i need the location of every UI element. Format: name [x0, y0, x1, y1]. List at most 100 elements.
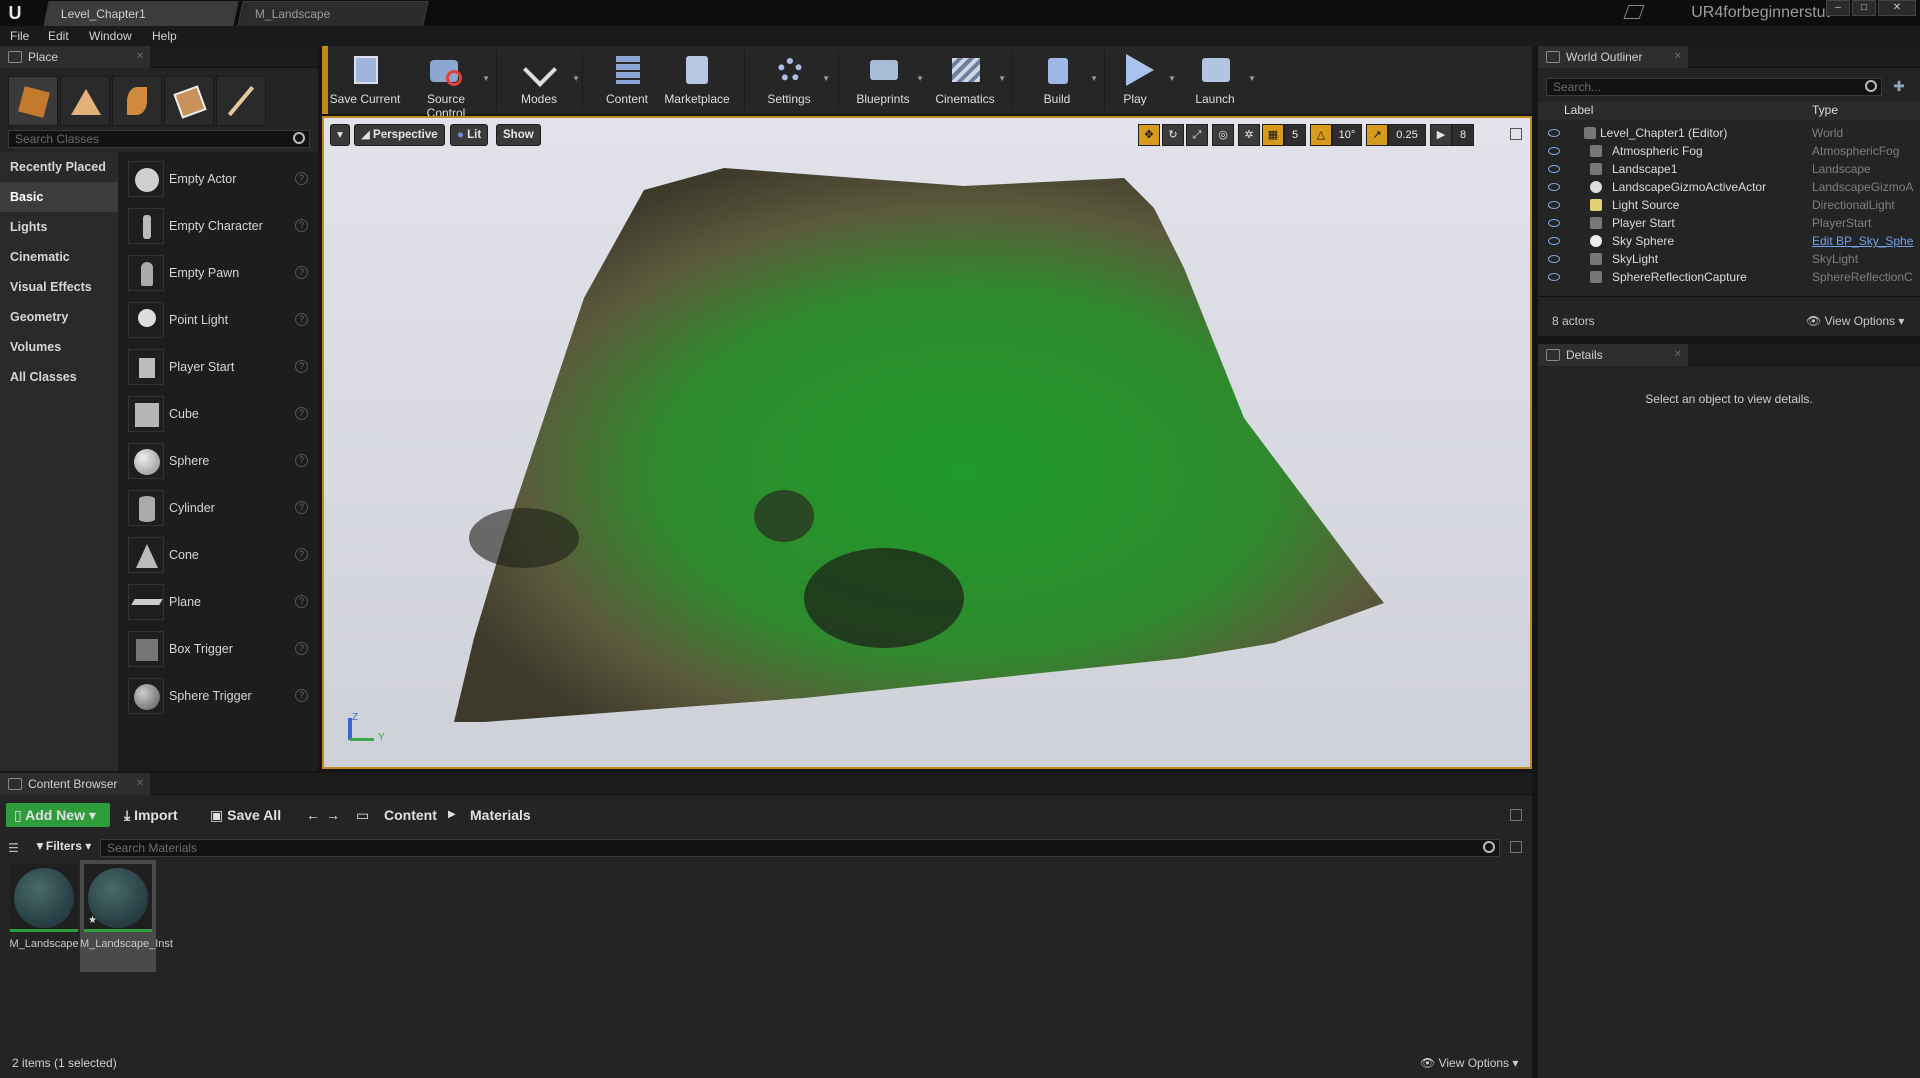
place-item-sphere-trigger[interactable]: Sphere Trigger?: [122, 673, 312, 719]
place-item-empty-actor[interactable]: Empty Actor?: [122, 156, 312, 202]
help-icon[interactable]: ?: [295, 266, 308, 279]
outliner-row-sky-sphere[interactable]: Sky Sphere Edit BP_Sky_Sphe: [1538, 232, 1920, 250]
help-icon[interactable]: ?: [295, 642, 308, 655]
grid-snap-icon[interactable]: ▦: [1262, 124, 1284, 146]
tab-content-browser[interactable]: Content Browser ✕: [0, 773, 150, 795]
eye-icon[interactable]: [1548, 255, 1560, 263]
landscape-mode-icon[interactable]: [60, 76, 110, 126]
place-item-point-light[interactable]: Point Light?: [122, 297, 312, 343]
outliner-row-sphere-reflection[interactable]: SphereReflectionCapture SphereReflectionC: [1538, 268, 1920, 286]
pin-icon[interactable]: ✚: [1890, 78, 1908, 96]
launch-button[interactable]: Launch ▼: [1178, 50, 1256, 110]
outliner-row-skylight[interactable]: SkyLight SkyLight: [1538, 250, 1920, 268]
tab-world-outliner[interactable]: World Outliner ✕: [1538, 46, 1688, 68]
place-item-empty-pawn[interactable]: Empty Pawn?: [122, 250, 312, 296]
eye-icon[interactable]: [1548, 237, 1560, 245]
place-item-empty-character[interactable]: Empty Character?: [122, 203, 312, 249]
camera-speed-value[interactable]: 8: [1452, 124, 1474, 146]
grid-snap-value[interactable]: 5: [1284, 124, 1306, 146]
help-icon[interactable]: ?: [295, 313, 308, 326]
asset-m-landscape[interactable]: M_Landscape: [6, 860, 82, 972]
sources-toggle-icon[interactable]: ☰: [8, 841, 24, 855]
category-geometry[interactable]: Geometry: [0, 302, 118, 332]
outliner-row-atmospheric-fog[interactable]: Atmospheric Fog AtmosphericFog: [1538, 142, 1920, 160]
history-back-button[interactable]: ←: [306, 803, 320, 827]
content-view-options[interactable]: 👁 View Options ▾: [1420, 1056, 1518, 1070]
minimize-button[interactable]: –: [1826, 0, 1850, 16]
play-button[interactable]: Play ▼: [1098, 50, 1176, 110]
menu-edit[interactable]: Edit: [48, 26, 69, 46]
place-item-box-trigger[interactable]: Box Trigger?: [122, 626, 312, 672]
outliner-row-player-start[interactable]: Player Start PlayerStart: [1538, 214, 1920, 232]
outliner-row-light-source[interactable]: Light Source DirectionalLight: [1538, 196, 1920, 214]
tab-details[interactable]: Details ✕: [1538, 344, 1688, 366]
place-item-cone[interactable]: Cone?: [122, 532, 312, 578]
category-visual-effects[interactable]: Visual Effects: [0, 272, 118, 302]
path-content[interactable]: Content: [384, 803, 437, 827]
help-icon[interactable]: ?: [295, 172, 308, 185]
build-button[interactable]: Build ▼: [1020, 50, 1098, 110]
help-icon[interactable]: ?: [295, 548, 308, 561]
search-classes-input[interactable]: Search Classes: [8, 130, 310, 148]
chevron-down-icon[interactable]: ▼: [998, 74, 1006, 83]
place-item-cylinder[interactable]: Cylinder?: [122, 485, 312, 531]
save-current-button[interactable]: Save Current: [328, 50, 402, 110]
chevron-down-icon[interactable]: ▼: [1248, 74, 1256, 83]
column-type[interactable]: Type: [1812, 103, 1838, 117]
eye-icon[interactable]: [1548, 165, 1560, 173]
category-lights[interactable]: Lights: [0, 212, 118, 242]
menu-help[interactable]: Help: [152, 26, 177, 46]
lit-button[interactable]: ● Lit: [450, 124, 489, 146]
world-space-icon[interactable]: ◎: [1212, 124, 1234, 146]
column-label[interactable]: Label: [1564, 103, 1593, 117]
save-all-button[interactable]: ▣ Save All: [210, 803, 281, 827]
category-volumes[interactable]: Volumes: [0, 332, 118, 362]
help-icon[interactable]: ?: [295, 595, 308, 608]
settings-button[interactable]: Settings ▼: [752, 50, 830, 110]
place-item-player-start[interactable]: Player Start?: [122, 344, 312, 390]
chevron-down-icon[interactable]: ▼: [916, 74, 924, 83]
perspective-button[interactable]: ◢ Perspective: [354, 124, 445, 146]
tab-level-chapter1[interactable]: Level_Chapter1: [43, 1, 239, 26]
close-icon[interactable]: ✕: [136, 46, 144, 68]
save-search-icon[interactable]: [1510, 841, 1522, 853]
surface-snap-icon[interactable]: ✲: [1238, 124, 1260, 146]
history-forward-button[interactable]: →: [326, 803, 340, 827]
close-button[interactable]: ✕: [1878, 0, 1916, 16]
modes-button[interactable]: Modes ▼: [502, 50, 580, 110]
close-icon[interactable]: ✕: [136, 773, 144, 795]
place-item-sphere[interactable]: Sphere?: [122, 438, 312, 484]
category-cinematic[interactable]: Cinematic: [0, 242, 118, 272]
outliner-view-options[interactable]: 👁 View Options ▾: [1806, 314, 1904, 328]
show-button[interactable]: Show: [496, 124, 541, 146]
outliner-search-input[interactable]: Search...: [1546, 78, 1882, 96]
foliage-mode-icon[interactable]: [112, 76, 162, 126]
search-materials-input[interactable]: Search Materials: [100, 839, 1500, 857]
eye-icon[interactable]: [1548, 219, 1560, 227]
eye-icon[interactable]: [1548, 147, 1560, 155]
category-recently-placed[interactable]: Recently Placed: [0, 152, 118, 182]
translate-tool-icon[interactable]: ✥: [1138, 124, 1160, 146]
outliner-row-landscape-gizmo[interactable]: LandscapeGizmoActiveActor LandscapeGizmoA: [1538, 178, 1920, 196]
eye-icon[interactable]: [1548, 201, 1560, 209]
level-viewport[interactable]: ▾ ◢ Perspective ● Lit Show ✥ ↻ ⤢ ◎ ✲ ▦ 5…: [322, 116, 1532, 769]
close-icon[interactable]: ✕: [1674, 344, 1682, 366]
maximize-viewport-icon[interactable]: [1510, 128, 1522, 140]
scale-tool-icon[interactable]: ⤢: [1186, 124, 1208, 146]
chevron-down-icon[interactable]: ▼: [1168, 74, 1176, 83]
scale-snap-value[interactable]: 0.25: [1388, 124, 1426, 146]
menu-window[interactable]: Window: [89, 26, 132, 46]
eye-icon[interactable]: [1548, 183, 1560, 191]
outliner-row-landscape1[interactable]: Landscape1 Landscape: [1538, 160, 1920, 178]
content-button[interactable]: Content: [590, 50, 664, 110]
eye-icon[interactable]: [1548, 129, 1560, 137]
import-button[interactable]: ⤓ Import: [124, 803, 178, 827]
place-item-cube[interactable]: Cube?: [122, 391, 312, 437]
blueprints-button[interactable]: Blueprints ▼: [846, 50, 924, 110]
help-icon[interactable]: ?: [295, 454, 308, 467]
place-item-plane[interactable]: Plane?: [122, 579, 312, 625]
chevron-down-icon[interactable]: ▼: [572, 74, 580, 83]
asset-m-landscape-inst[interactable]: ★ M_Landscape_Inst: [80, 860, 173, 972]
place-mode-icon[interactable]: [8, 76, 58, 126]
rotate-tool-icon[interactable]: ↻: [1162, 124, 1184, 146]
